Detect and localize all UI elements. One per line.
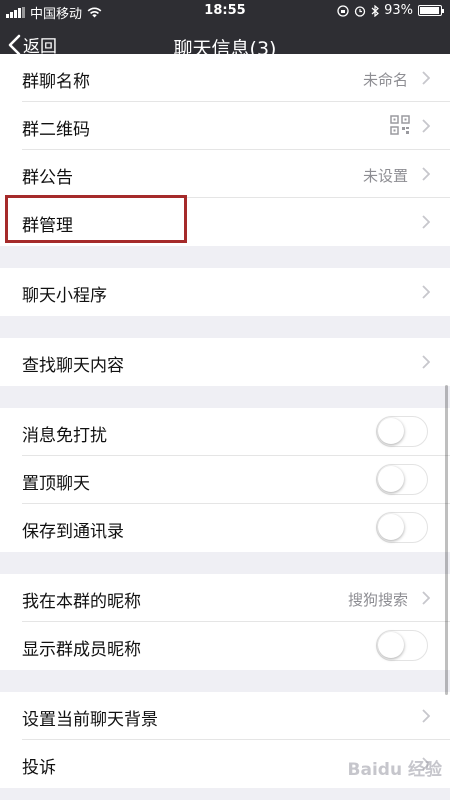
chevron-right-icon bbox=[422, 285, 430, 299]
show-nickname-label: 显示群成员昵称 bbox=[22, 640, 141, 660]
status-bar: 中国移动 18:55 93% bbox=[0, 0, 450, 22]
chevron-right-icon bbox=[422, 709, 430, 723]
chevron-right-icon bbox=[422, 215, 430, 229]
my-nickname-row[interactable]: 我在本群的昵称 搜狗搜索 bbox=[0, 574, 450, 622]
battery-icon bbox=[418, 5, 444, 16]
group-qrcode-label: 群二维码 bbox=[22, 120, 90, 140]
pin-row: 置顶聊天 bbox=[0, 456, 450, 504]
chevron-right-icon bbox=[422, 167, 430, 181]
nickname-section: 我在本群的昵称 搜狗搜索 显示群成员昵称 bbox=[0, 574, 450, 670]
mute-row: 消息免打扰 bbox=[0, 408, 450, 456]
search-section: 查找聊天内容 bbox=[0, 338, 450, 386]
chevron-right-icon bbox=[422, 71, 430, 85]
save-contacts-toggle[interactable] bbox=[376, 512, 428, 543]
search-history-row[interactable]: 查找聊天内容 bbox=[0, 338, 450, 386]
qrcode-icon bbox=[390, 115, 410, 135]
chat-background-label: 设置当前聊天背景 bbox=[22, 710, 158, 730]
save-contacts-label: 保存到通讯录 bbox=[22, 522, 124, 542]
my-nickname-label: 我在本群的昵称 bbox=[22, 592, 141, 612]
my-nickname-value: 搜狗搜索 bbox=[347, 591, 408, 609]
watermark-logo: Baidu 经验 bbox=[347, 760, 442, 780]
mini-program-row[interactable]: 聊天小程序 bbox=[0, 268, 450, 316]
alarm-icon bbox=[354, 5, 366, 17]
chat-settings-section: 消息免打扰 置顶聊天 保存到通讯录 bbox=[0, 408, 450, 552]
chat-background-row[interactable]: 设置当前聊天背景 bbox=[0, 692, 450, 740]
mute-toggle[interactable] bbox=[376, 416, 428, 447]
chevron-right-icon bbox=[422, 119, 430, 133]
group-notice-label: 群公告 bbox=[22, 168, 73, 188]
bluetooth-icon bbox=[371, 4, 380, 17]
group-name-value: 未命名 bbox=[362, 71, 408, 89]
battery-percent: 93% bbox=[384, 3, 413, 18]
group-notice-row[interactable]: 群公告 未设置 bbox=[0, 150, 450, 198]
group-name-label: 群聊名称 bbox=[22, 72, 90, 92]
lock-rotation-icon bbox=[337, 4, 349, 17]
chevron-right-icon bbox=[422, 591, 430, 605]
mini-program-section: 聊天小程序 bbox=[0, 268, 450, 316]
group-name-row[interactable]: 群聊名称 未命名 bbox=[0, 54, 450, 102]
chevron-right-icon bbox=[422, 355, 430, 369]
scrollbar[interactable] bbox=[445, 385, 448, 695]
group-qrcode-row[interactable]: 群二维码 bbox=[0, 102, 450, 150]
mute-label: 消息免打扰 bbox=[22, 426, 107, 446]
show-nickname-row: 显示群成员昵称 bbox=[0, 622, 450, 670]
group-manage-label: 群管理 bbox=[22, 216, 73, 236]
group-notice-value: 未设置 bbox=[362, 167, 408, 185]
report-label: 投诉 bbox=[22, 758, 56, 778]
show-nickname-toggle[interactable] bbox=[376, 630, 428, 661]
settings-list: 群聊名称 未命名 群二维码 群公告 未设置 群管理 聊天小程序 查找聊天内容 消… bbox=[0, 54, 450, 788]
pin-toggle[interactable] bbox=[376, 464, 428, 495]
group-info-section: 群聊名称 未命名 群二维码 群公告 未设置 群管理 bbox=[0, 54, 450, 246]
group-manage-row[interactable]: 群管理 bbox=[0, 198, 450, 246]
save-contacts-row: 保存到通讯录 bbox=[0, 504, 450, 552]
pin-label: 置顶聊天 bbox=[22, 474, 90, 494]
mini-program-label: 聊天小程序 bbox=[22, 286, 107, 306]
search-history-label: 查找聊天内容 bbox=[22, 356, 124, 376]
